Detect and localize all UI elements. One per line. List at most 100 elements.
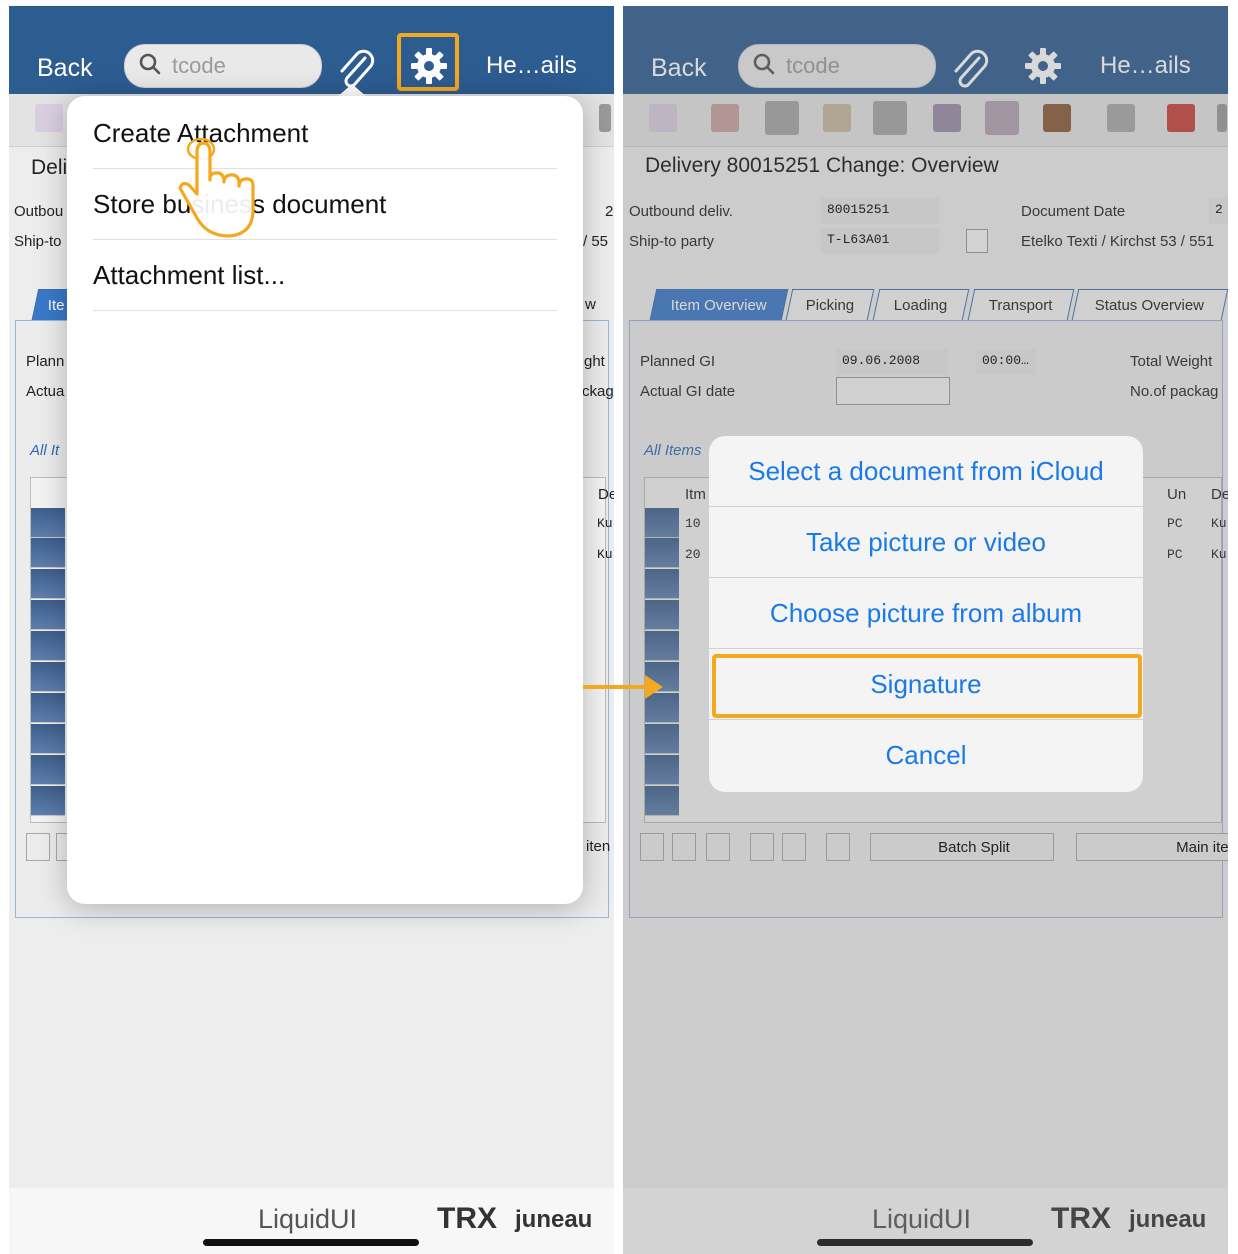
outbound-delivery-field[interactable]: 80015251 [821,198,939,224]
search-placeholder: tcode [172,53,226,78]
row-selector[interactable] [645,755,679,785]
back-button[interactable]: Back [37,54,93,83]
row-selector[interactable] [645,600,679,630]
row-selector[interactable] [645,786,679,816]
toolbar-edit-icon[interactable] [649,104,677,132]
cell-de: Ku [1211,516,1227,531]
main-item-button[interactable]: Main iten [1076,833,1228,861]
toolbar-edit-icon[interactable] [35,104,63,132]
option-cancel[interactable]: Cancel [709,720,1143,790]
page-title-fragment: Deli [31,156,68,179]
screen-divider [614,6,623,1254]
toolbar-icon[interactable] [765,101,799,135]
tcode-search-field[interactable]: tcode [738,44,936,88]
row-selector[interactable] [31,724,65,754]
main-item-button[interactable]: iten [586,838,610,855]
toolbar-icon[interactable] [985,101,1019,135]
home-indicator[interactable] [817,1239,1033,1246]
details-button[interactable]: He…ails [1100,52,1191,80]
toolbar-icon[interactable] [711,104,739,132]
row-selector[interactable] [31,662,65,692]
planned-gi-time-field[interactable]: 00:00… [976,349,1036,375]
total-weight-label: Total Weight [1130,353,1213,370]
toolbar-icon[interactable] [599,104,611,132]
row-selector[interactable] [31,631,65,661]
row-selector[interactable] [31,693,65,723]
menu-item-attachment-list[interactable]: Attachment list... [93,240,557,311]
total-weight-label: ght [584,353,605,370]
signature-highlight [712,654,1142,718]
page-title: Delivery 80015251 Change: Overview [645,154,999,177]
shipto-label: Ship-to [14,233,62,250]
option-select-from-icloud[interactable]: Select a document from iCloud [709,436,1143,507]
menu-item-store-business-document[interactable]: Store business document [93,169,557,240]
home-indicator[interactable] [203,1239,419,1246]
tcode-search-field[interactable]: tcode [124,44,322,88]
tab-item-overview[interactable]: Item Overview [649,289,789,320]
row-selector[interactable] [31,600,65,630]
toolbar-icon[interactable] [1167,104,1195,132]
shipto-field[interactable]: T-L63A01 [821,228,939,254]
toolbar-button[interactable] [672,833,696,861]
shipto-label: Ship-to party [629,233,715,250]
row-selector[interactable] [31,786,65,816]
gear-icon[interactable] [1023,46,1063,86]
toolbar-button[interactable] [706,833,730,861]
toolbar-icon[interactable] [1107,104,1135,132]
tab-picking[interactable]: Picking [785,289,875,320]
row-selector[interactable] [645,724,679,754]
pointer-arrow-icon [583,675,663,699]
row-selector[interactable] [645,538,679,568]
paperclip-icon[interactable] [949,48,991,92]
row-selector[interactable] [645,631,679,661]
search-placeholder: tcode [786,53,840,78]
juneau-label: juneau [1129,1206,1207,1233]
column-header-de: De [598,486,614,503]
address-icon[interactable] [966,229,988,253]
toolbar-button[interactable] [640,833,664,861]
actual-gi-date-input[interactable] [836,377,950,405]
column-header-de: De [1211,486,1228,503]
column-header-un: Un [1167,486,1187,503]
nav-bar: Back tcode He…ails [9,6,614,94]
row-selector[interactable] [645,508,679,538]
row-selector[interactable] [31,755,65,785]
liquidui-label: LiquidUI [872,1204,972,1234]
batch-split-label: Batch Split [938,838,1010,856]
option-take-picture-or-video[interactable]: Take picture or video [709,507,1143,578]
attachment-menu: Create Attachment Store business documen… [67,96,583,904]
toolbar-button[interactable] [26,833,50,861]
toolbar-icon[interactable] [823,104,851,132]
row-selector[interactable] [31,508,65,538]
toolbar-icon[interactable] [1217,104,1227,132]
toolbar-icon[interactable] [1043,104,1071,132]
cell-itm: 20 [685,547,701,562]
packages-label: ckag [582,383,614,400]
back-button[interactable]: Back [651,54,707,83]
outbound-label: Outbound deliv. [629,203,733,220]
option-choose-from-album[interactable]: Choose picture from album [709,578,1143,649]
batch-split-button[interactable]: Batch Split [870,833,1054,861]
row-selector[interactable] [31,569,65,599]
tab-status-overview[interactable]: Status Overview [1071,289,1228,320]
cell-de: Ku [1211,547,1227,562]
column-header-itm: Itm [685,486,706,503]
row-selector[interactable] [645,569,679,599]
nav-bar: Back tcode He…ails [623,6,1228,94]
toolbar-button[interactable] [826,833,850,861]
search-icon [139,53,161,75]
row-selector[interactable] [31,538,65,568]
toolbar-button[interactable] [750,833,774,861]
toolbar-icon[interactable] [873,101,907,135]
toolbar-icon[interactable] [933,104,961,132]
document-date-field[interactable]: 2 [1209,198,1228,224]
tab-loading[interactable]: Loading [872,289,970,320]
planned-gi-label: Plann [26,353,65,370]
details-button[interactable]: He…ails [486,52,577,80]
left-screen: Back tcode He…ails Deli Outbou Ship-to 2… [9,6,614,1254]
liquidui-label: LiquidUI [258,1204,358,1234]
menu-item-create-attachment[interactable]: Create Attachment [93,98,557,169]
toolbar-button[interactable] [782,833,806,861]
planned-gi-date-field[interactable]: 09.06.2008 [836,349,948,375]
tab-transport[interactable]: Transport [967,289,1075,320]
